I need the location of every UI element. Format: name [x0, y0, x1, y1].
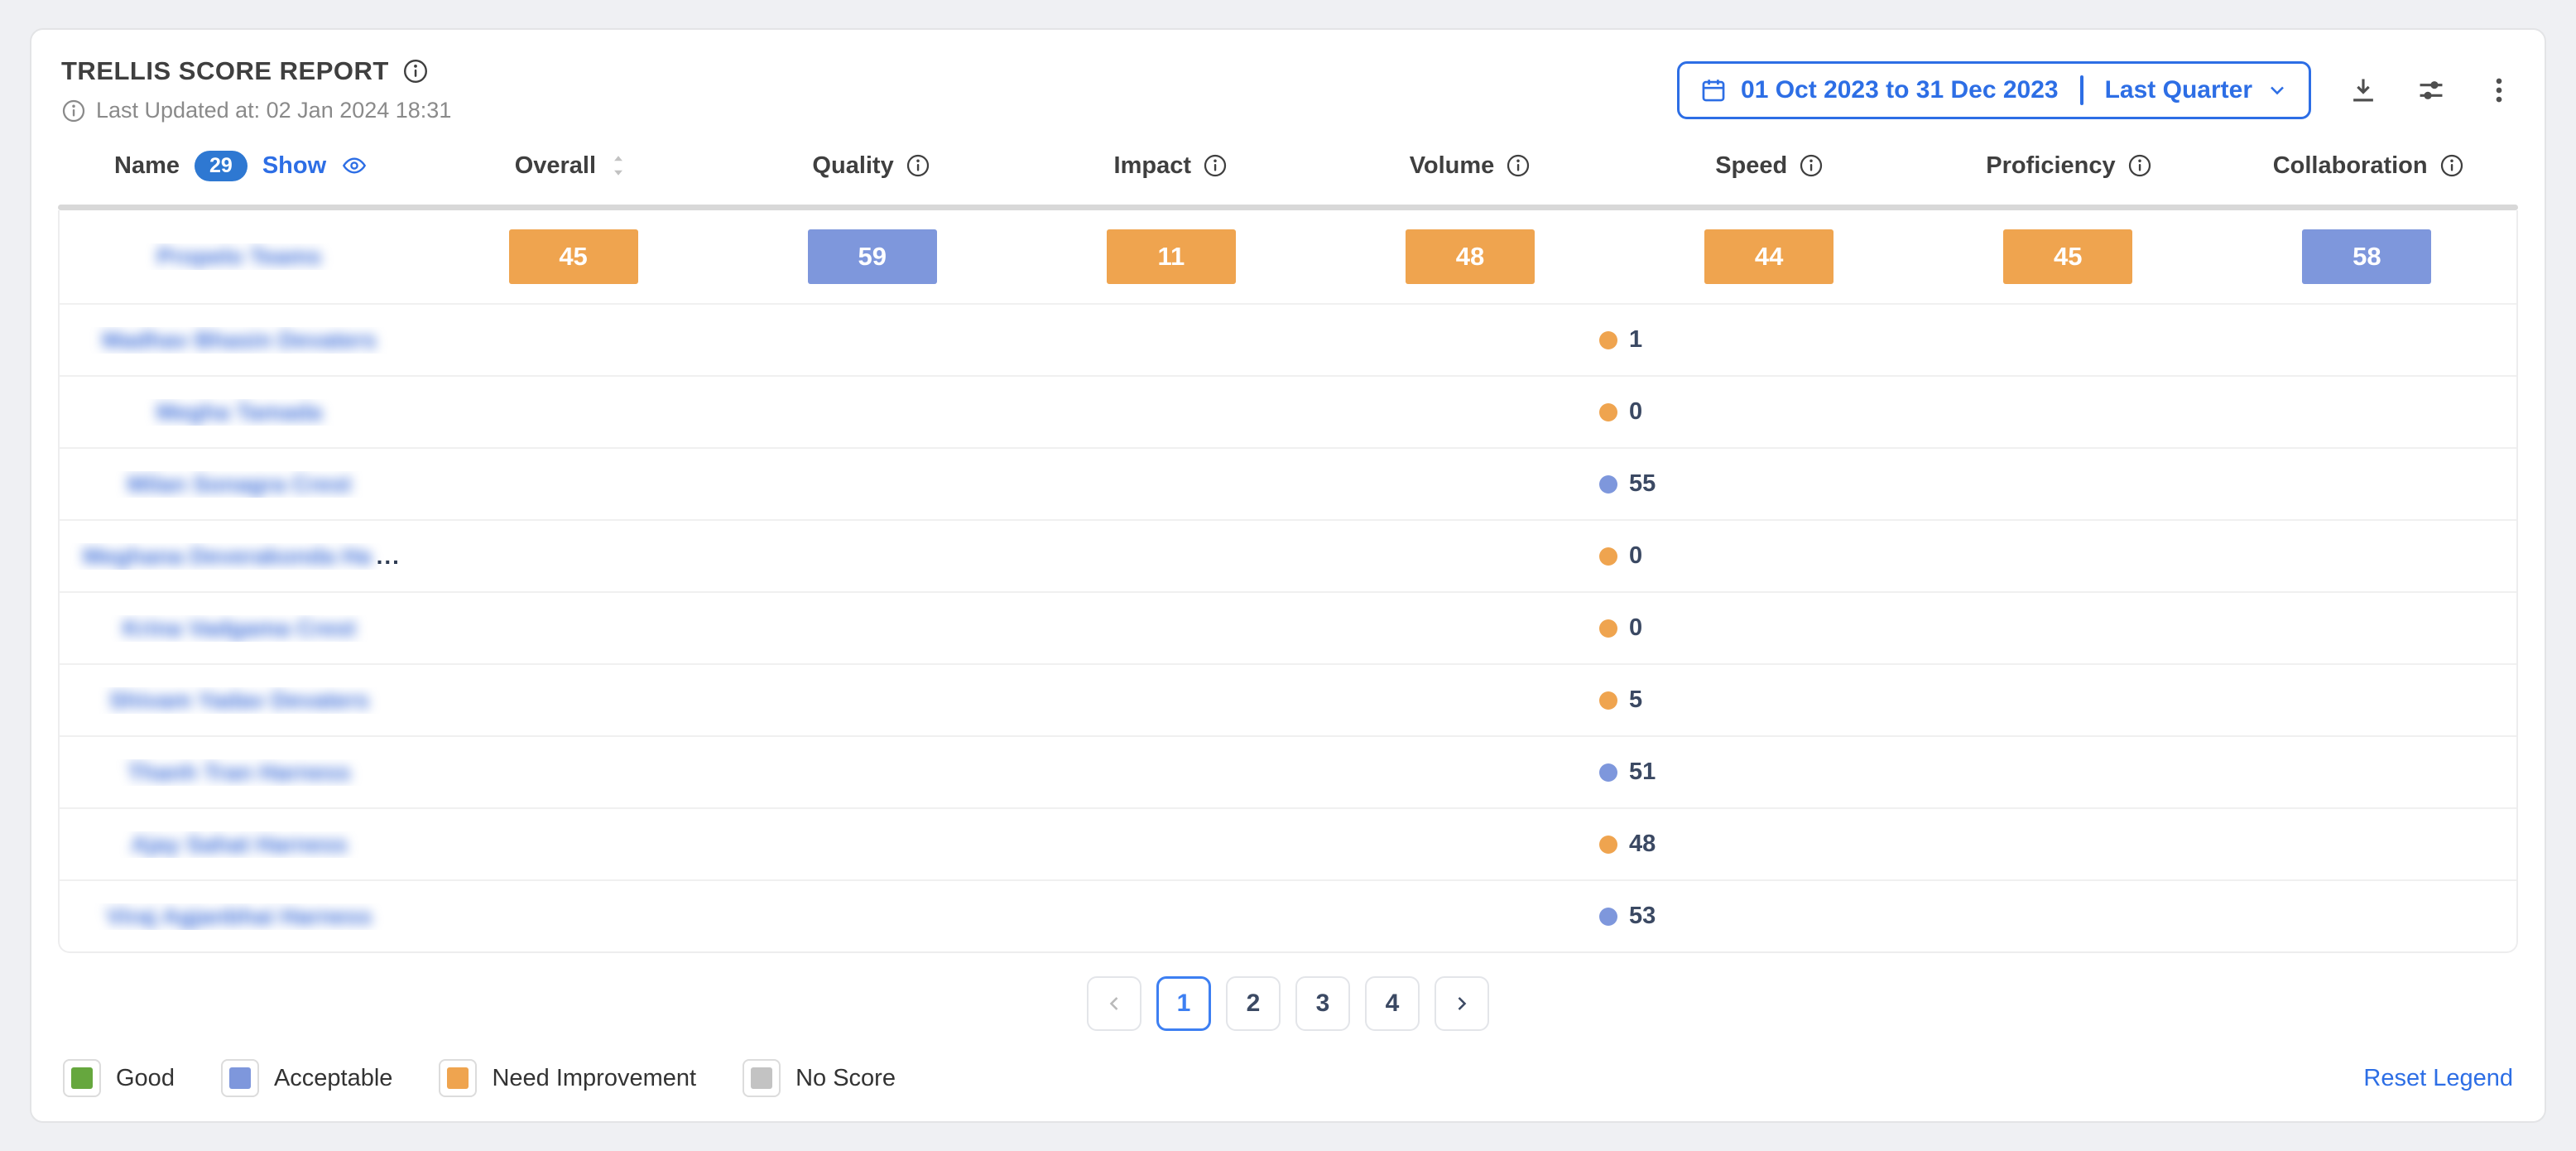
legend-label: Good — [116, 1065, 175, 1092]
score-badge: 45 — [2003, 229, 2132, 284]
legend-swatch — [221, 1059, 259, 1097]
member-name-link[interactable]: Meghana Deverakonda Ha — [83, 543, 372, 570]
score-badge: 45 — [509, 229, 638, 284]
member-name-link[interactable]: Milan Sonagra Crest — [127, 471, 352, 498]
legend-item-no_score[interactable]: No Score — [743, 1059, 896, 1097]
name-count-badge: 29 — [195, 151, 248, 181]
legend-swatch — [63, 1059, 101, 1097]
column-header-overall[interactable]: Overall — [422, 152, 722, 180]
info-icon[interactable] — [2127, 153, 2152, 178]
column-header-speed: Speed — [1620, 152, 1920, 180]
page-button-1[interactable]: 1 — [1156, 976, 1211, 1031]
date-preset-text: Last Quarter — [2105, 76, 2252, 104]
download-icon[interactable] — [2348, 75, 2379, 106]
title-info-icon[interactable] — [402, 58, 429, 84]
kebab-menu-icon[interactable] — [2483, 75, 2515, 106]
legend-label: Acceptable — [274, 1065, 393, 1092]
member-name-link[interactable]: Ajay Sahat Harness — [131, 831, 347, 858]
info-icon[interactable] — [2439, 153, 2464, 178]
score-badge: 11 — [1107, 229, 1236, 284]
legend-swatch — [439, 1059, 477, 1097]
table-row: Thanh Tran Harness 51451153536769 — [60, 735, 2516, 807]
column-header-proficiency: Proficiency — [1920, 152, 2219, 180]
legend-label: Need Improvement — [492, 1065, 696, 1092]
divider — [2080, 75, 2083, 105]
last-updated: Last Updated at: 02 Jan 2024 18:31 — [61, 98, 451, 123]
sort-icon[interactable] — [608, 153, 629, 178]
member-name-link[interactable]: Krina Vadgama Crest — [123, 615, 356, 642]
info-icon[interactable] — [1203, 153, 1228, 178]
member-name-link[interactable]: Megha Tamada — [156, 399, 322, 426]
chevron-down-icon — [2266, 79, 2289, 102]
team-summary-row: Propelo Teams 45 59 11 48 44 45 58 — [60, 210, 2516, 303]
legend-label: No Score — [795, 1065, 896, 1092]
page-button-3[interactable]: 3 — [1295, 976, 1350, 1031]
table-row: Ajay Sahat Harness 4845056585671 — [60, 807, 2516, 879]
eye-icon[interactable] — [341, 152, 368, 179]
report-header: TRELLIS SCORE REPORT Last Updated at: 02… — [58, 51, 2518, 132]
table-row: Krina Vadgama Crest 0NA02000 — [60, 591, 2516, 663]
legend-bar: Good Acceptable Need Improvement No Score R… — [58, 1059, 2518, 1097]
legend-swatch — [743, 1059, 781, 1097]
table-row: Madhav Bhasin Devaters 1NA08000 — [60, 303, 2516, 375]
info-icon[interactable] — [1506, 153, 1531, 178]
table-row: Meghana Deverakonda Ha ... 0NA00000 — [60, 519, 2516, 591]
column-header-collaboration: Collaboration — [2218, 152, 2518, 180]
date-range-button[interactable]: 01 Oct 2023 to 31 Dec 2023 Last Quarter — [1677, 61, 2311, 119]
trellis-score-report-card: TRELLIS SCORE REPORT Last Updated at: 02… — [30, 28, 2546, 1123]
member-name-link[interactable]: Thanh Tran Harness — [127, 759, 350, 786]
calendar-icon — [1699, 76, 1728, 104]
pagination: 1234 — [58, 976, 2518, 1031]
date-range-text: 01 Oct 2023 to 31 Dec 2023 — [1741, 76, 2059, 104]
score-badge: 58 — [2302, 229, 2431, 284]
member-name-link[interactable]: Madhav Bhasin Devaters — [102, 327, 376, 354]
name-column-header: Name 29 Show — [58, 151, 422, 181]
name-ellipsis: ... — [377, 543, 401, 570]
column-header-impact: Impact — [1021, 152, 1320, 180]
table-body: Propelo Teams 45 59 11 48 44 45 58 Madhav Bhas… — [58, 210, 2518, 953]
member-name-link[interactable]: Viraj Agjanbhai Harness — [107, 903, 372, 930]
next-page-button[interactable] — [1435, 976, 1489, 1031]
score-badge: 44 — [1704, 229, 1833, 284]
legend-item-good[interactable]: Good — [63, 1059, 175, 1097]
column-header-quality: Quality — [722, 152, 1021, 180]
column-header-volume: Volume — [1320, 152, 1620, 180]
score-badge: 59 — [808, 229, 937, 284]
last-updated-text: Last Updated at: 02 Jan 2024 18:31 — [96, 98, 451, 123]
table-row: Shivam Yadav Devaters 5NA032000 — [60, 663, 2516, 735]
header-divider — [58, 205, 2518, 210]
member-name-link[interactable]: Shivam Yadav Devaters — [109, 687, 369, 714]
filter-settings-icon[interactable] — [2415, 75, 2447, 106]
page-title: TRELLIS SCORE REPORT — [61, 56, 389, 86]
score-badge: 48 — [1406, 229, 1535, 284]
reset-legend-link[interactable]: Reset Legend — [2363, 1065, 2513, 1092]
info-icon[interactable] — [1799, 153, 1824, 178]
table-row: Milan Sonagra Crest 55452362499157 — [60, 447, 2516, 519]
table-row: Viraj Agjanbhai Harness 53451166457966 — [60, 879, 2516, 951]
prev-page-button[interactable] — [1087, 976, 1141, 1031]
legend: Good Acceptable Need Improvement No Score — [63, 1059, 896, 1097]
table-row: Megha Tamada 0NA00000 — [60, 375, 2516, 447]
show-button[interactable]: Show — [262, 152, 326, 180]
last-updated-info-icon[interactable] — [61, 99, 86, 123]
table-header-row: Name 29 Show Overall Quality Impact Volu… — [58, 132, 2518, 205]
page-button-2[interactable]: 2 — [1226, 976, 1281, 1031]
legend-item-acceptable[interactable]: Acceptable — [221, 1059, 393, 1097]
info-icon[interactable] — [906, 153, 930, 178]
legend-item-need_improvement[interactable]: Need Improvement — [439, 1059, 696, 1097]
name-header-label: Name — [114, 152, 180, 180]
member-name-link[interactable]: Propelo Teams — [157, 243, 322, 270]
page-button-4[interactable]: 4 — [1365, 976, 1420, 1031]
